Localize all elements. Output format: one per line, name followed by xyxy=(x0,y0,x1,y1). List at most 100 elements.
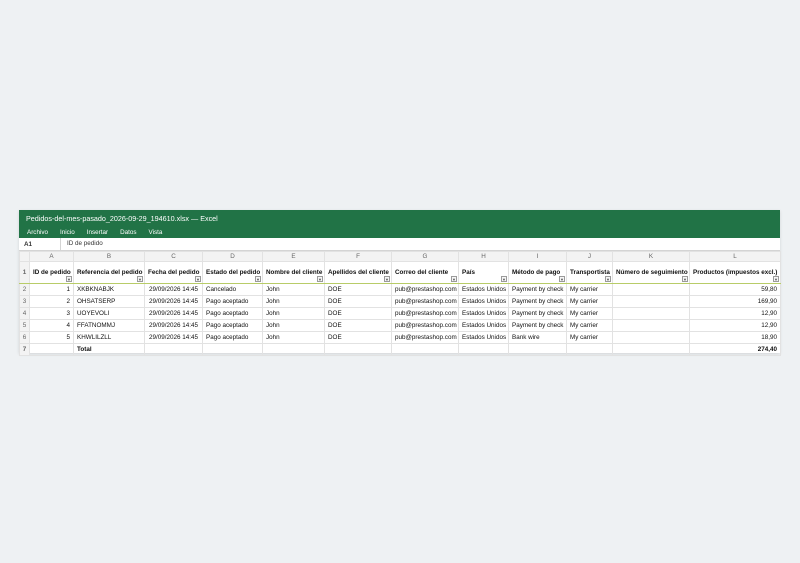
cell[interactable] xyxy=(262,343,325,356)
cell[interactable] xyxy=(324,343,392,356)
cell[interactable]: 29/09/2026 14:45 xyxy=(144,307,203,320)
cell[interactable]: Pago aceptado xyxy=(202,307,263,320)
name-box[interactable]: A1 xyxy=(19,241,60,248)
dropdown-arrow-icon[interactable]: ▼ xyxy=(559,276,565,282)
cell[interactable]: Estados Unidos xyxy=(458,307,509,320)
header-cell-date[interactable]: Fecha del pedido ▼ xyxy=(144,261,203,284)
row-number[interactable]: 2 xyxy=(19,283,30,296)
cell[interactable]: DOE xyxy=(324,283,392,296)
cell[interactable]: Cancelado xyxy=(202,283,263,296)
row-number[interactable]: 7 xyxy=(19,343,30,356)
cell[interactable]: Pago aceptado xyxy=(202,319,263,332)
total-amount[interactable]: 274,40 xyxy=(689,343,781,356)
cell[interactable] xyxy=(612,307,690,320)
header-cell-reference[interactable]: Referencia del pedido ▼ xyxy=(73,261,145,284)
menu-insertar[interactable]: Insertar xyxy=(87,227,108,238)
cell[interactable] xyxy=(612,295,690,308)
dropdown-arrow-icon[interactable]: ▼ xyxy=(66,276,72,282)
cell[interactable] xyxy=(29,343,74,356)
dropdown-arrow-icon[interactable]: ▼ xyxy=(255,276,261,282)
formula-input[interactable]: ID de pedido xyxy=(60,238,780,250)
header-cell-payment[interactable]: Método de pago ▼ xyxy=(508,261,567,284)
cell[interactable]: 5 xyxy=(29,331,74,344)
cell[interactable]: 59,80 xyxy=(689,283,781,296)
cell[interactable]: Pago aceptado xyxy=(202,295,263,308)
cell[interactable]: 3 xyxy=(29,307,74,320)
cell[interactable]: Estados Unidos xyxy=(458,295,509,308)
cell[interactable] xyxy=(391,343,459,356)
header-cell-country[interactable]: País ▼ xyxy=(458,261,509,284)
cell[interactable]: Estados Unidos xyxy=(458,283,509,296)
cell[interactable]: 18,90 xyxy=(689,331,781,344)
cell[interactable]: DOE xyxy=(324,319,392,332)
cell[interactable]: John xyxy=(262,319,325,332)
cell[interactable]: 29/09/2026 14:45 xyxy=(144,319,203,332)
cell[interactable]: Payment by check xyxy=(508,295,567,308)
cell[interactable] xyxy=(566,343,613,356)
column-header[interactable]: H xyxy=(458,251,509,262)
cell[interactable]: 169,90 xyxy=(689,295,781,308)
header-cell-email[interactable]: Correo del cliente ▼ xyxy=(391,261,459,284)
dropdown-arrow-icon[interactable]: ▼ xyxy=(451,276,457,282)
cell[interactable]: FFATNOMMJ xyxy=(73,319,145,332)
cell[interactable]: My carrier xyxy=(566,295,613,308)
column-header[interactable]: I xyxy=(508,251,567,262)
cell[interactable]: pub@prestashop.com xyxy=(391,331,459,344)
cell[interactable] xyxy=(612,283,690,296)
column-header[interactable]: E xyxy=(262,251,325,262)
cell[interactable]: My carrier xyxy=(566,331,613,344)
header-cell-carrier[interactable]: Transportista ▼ xyxy=(566,261,613,284)
cell[interactable]: Estados Unidos xyxy=(458,331,509,344)
corner-cell[interactable] xyxy=(19,251,30,262)
total-label[interactable]: Total xyxy=(73,343,145,356)
cell[interactable]: pub@prestashop.com xyxy=(391,295,459,308)
cell[interactable] xyxy=(612,319,690,332)
column-header[interactable]: K xyxy=(612,251,690,262)
header-cell-status[interactable]: Estado del pedido ▼ xyxy=(202,261,263,284)
cell[interactable]: DOE xyxy=(324,331,392,344)
column-header[interactable]: F xyxy=(324,251,392,262)
cell[interactable]: My carrier xyxy=(566,307,613,320)
dropdown-arrow-icon[interactable]: ▼ xyxy=(605,276,611,282)
dropdown-arrow-icon[interactable]: ▼ xyxy=(773,276,779,282)
cell[interactable] xyxy=(458,343,509,356)
header-cell-last-name[interactable]: Apellidos del cliente ▼ xyxy=(324,261,392,284)
header-cell-products[interactable]: Productos (impuestos excl.) ▼ xyxy=(689,261,781,284)
row-number[interactable]: 5 xyxy=(19,319,30,332)
cell[interactable]: Payment by check xyxy=(508,319,567,332)
cell[interactable]: 2 xyxy=(29,295,74,308)
row-number[interactable]: 6 xyxy=(19,331,30,344)
cell[interactable] xyxy=(144,343,203,356)
dropdown-arrow-icon[interactable]: ▼ xyxy=(384,276,390,282)
cell[interactable]: pub@prestashop.com xyxy=(391,307,459,320)
header-cell-first-name[interactable]: Nombre del cliente ▼ xyxy=(262,261,325,284)
cell[interactable] xyxy=(202,343,263,356)
column-header[interactable]: A xyxy=(29,251,74,262)
cell[interactable]: Bank wire xyxy=(508,331,567,344)
row-number[interactable]: 1 xyxy=(19,261,30,284)
cell[interactable]: John xyxy=(262,283,325,296)
cell[interactable]: DOE xyxy=(324,295,392,308)
cell[interactable]: 12,90 xyxy=(689,319,781,332)
dropdown-arrow-icon[interactable]: ▼ xyxy=(137,276,143,282)
header-cell-id[interactable]: ID de pedido ▼ xyxy=(29,261,74,284)
cell[interactable]: Payment by check xyxy=(508,307,567,320)
column-header[interactable]: J xyxy=(566,251,613,262)
cell[interactable]: UOYEVOLI xyxy=(73,307,145,320)
cell[interactable]: 4 xyxy=(29,319,74,332)
cell[interactable]: pub@prestashop.com xyxy=(391,283,459,296)
menu-datos[interactable]: Datos xyxy=(120,227,136,238)
cell[interactable]: pub@prestashop.com xyxy=(391,319,459,332)
column-header[interactable]: G xyxy=(391,251,459,262)
cell[interactable]: Payment by check xyxy=(508,283,567,296)
header-cell-tracking[interactable]: Número de seguimiento ▼ xyxy=(612,261,690,284)
menu-vista[interactable]: Vista xyxy=(149,227,163,238)
cell[interactable]: John xyxy=(262,307,325,320)
cell[interactable]: Pago aceptado xyxy=(202,331,263,344)
cell[interactable] xyxy=(612,343,690,356)
cell[interactable]: Estados Unidos xyxy=(458,319,509,332)
row-number[interactable]: 3 xyxy=(19,295,30,308)
cell[interactable]: 12,90 xyxy=(689,307,781,320)
cell[interactable]: OHSATSERP xyxy=(73,295,145,308)
cell[interactable]: KHWLILZLL xyxy=(73,331,145,344)
